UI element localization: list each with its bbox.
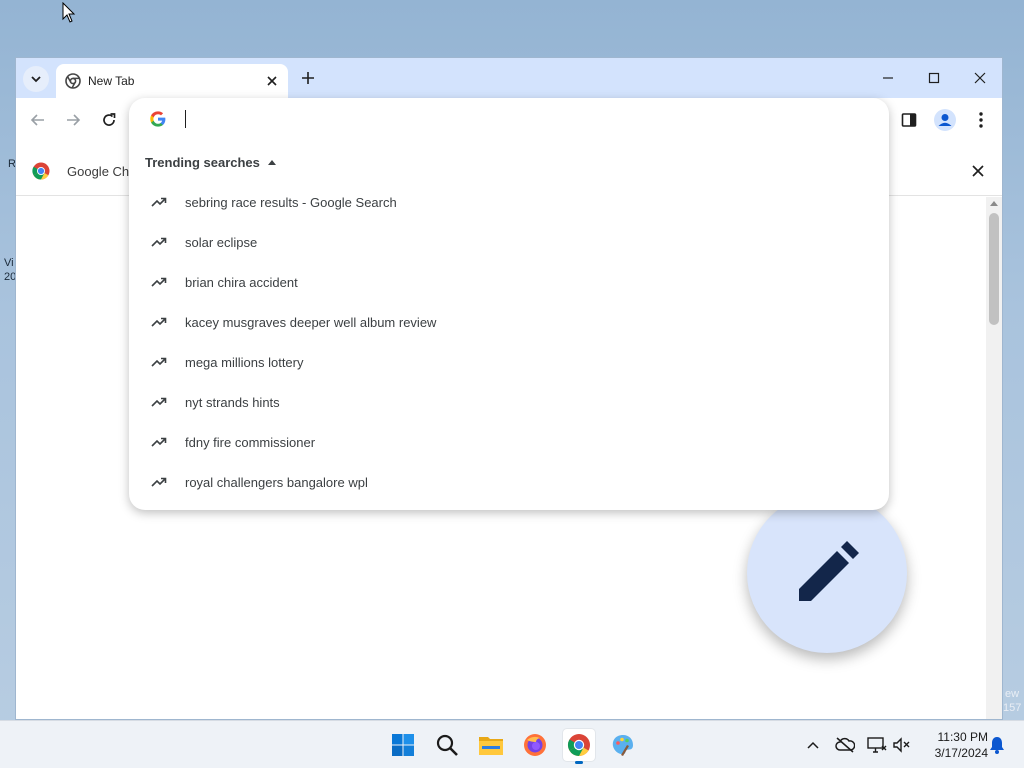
- omnibox-dropdown: Trending searches sebring race results -…: [129, 98, 889, 510]
- reload-button[interactable]: [97, 108, 121, 132]
- close-icon: [972, 165, 984, 177]
- arrow-right-icon: [67, 114, 81, 126]
- active-app-indicator: [575, 761, 583, 764]
- menu-button[interactable]: [969, 108, 993, 132]
- trending-up-icon: [151, 274, 167, 290]
- suggestion-item[interactable]: brian chira accident: [129, 262, 889, 302]
- avatar-icon: [934, 109, 956, 131]
- suggestion-item[interactable]: royal challengers bangalore wpl: [129, 462, 889, 502]
- tab-close-button[interactable]: [262, 71, 282, 91]
- trending-up-icon: [151, 354, 167, 370]
- volume-muted-icon[interactable]: [891, 734, 913, 756]
- desktop-label-fragment: ew: [1005, 688, 1020, 700]
- suggestion-label: mega millions lottery: [185, 354, 304, 370]
- clock-date: 3/17/2024: [934, 746, 988, 760]
- suggestion-item[interactable]: nyt strands hints: [129, 382, 889, 422]
- trending-searches-header[interactable]: Trending searches: [145, 155, 276, 170]
- arrow-left-icon: [30, 114, 44, 126]
- chevron-down-icon: [31, 76, 41, 83]
- edit-fab-button[interactable]: [747, 493, 907, 653]
- kebab-menu-icon: [979, 112, 983, 128]
- taskbar: 11:30 PM 3/17/2024: [0, 720, 1024, 768]
- paint-icon[interactable]: [607, 729, 639, 761]
- trending-up-icon: [151, 234, 167, 250]
- new-tab-button[interactable]: [296, 66, 320, 90]
- clock-time: 11:30 PM: [937, 730, 988, 744]
- tab-new-tab[interactable]: New Tab: [56, 64, 288, 98]
- chrome-favicon-icon: [65, 73, 81, 94]
- suggestion-label: kacey musgraves deeper well album review: [185, 314, 437, 330]
- vertical-scrollbar[interactable]: [986, 197, 1002, 719]
- trending-header-label: Trending searches: [145, 155, 260, 170]
- suggestion-item[interactable]: fdny fire commissioner: [129, 422, 889, 462]
- tab-title: New Tab: [88, 74, 135, 88]
- profile-button[interactable]: [933, 108, 957, 132]
- suggestion-list: sebring race results - Google Search sol…: [129, 182, 889, 502]
- close-icon: [267, 76, 277, 86]
- suggestion-item[interactable]: kacey musgraves deeper well album review: [129, 302, 889, 342]
- start-icon[interactable]: [387, 729, 419, 761]
- suggestion-item[interactable]: solar eclipse: [129, 222, 889, 262]
- maximize-button[interactable]: [914, 64, 954, 92]
- suggestion-label: solar eclipse: [185, 234, 258, 250]
- chrome-logo-icon: [32, 162, 50, 185]
- pencil-icon: [799, 541, 859, 601]
- show-hidden-icons-chevron-up-icon[interactable]: [802, 734, 824, 756]
- minimize-icon: [883, 77, 893, 79]
- forward-button[interactable]: [61, 108, 85, 132]
- maximize-icon: [928, 72, 940, 84]
- notification-bell-icon[interactable]: [986, 734, 1008, 756]
- infobar-text: Google Ch: [67, 164, 130, 179]
- firefox-icon[interactable]: [519, 729, 551, 761]
- side-panel-button[interactable]: [897, 108, 921, 132]
- desktop-label-fragment: Vi: [4, 257, 14, 269]
- suggestion-item[interactable]: mega millions lottery: [129, 342, 889, 382]
- suggestion-label: sebring race results - Google Search: [185, 194, 397, 210]
- plus-icon: [302, 72, 314, 84]
- suggestion-label: fdny fire commissioner: [185, 434, 316, 450]
- file-explorer-icon[interactable]: [475, 729, 507, 761]
- side-panel-icon: [901, 113, 917, 127]
- tab-strip: New Tab: [16, 58, 1002, 98]
- collapse-triangle-icon: [267, 160, 276, 165]
- trending-up-icon: [151, 474, 167, 490]
- onedrive-offline-icon[interactable]: [834, 734, 856, 756]
- trending-up-icon: [151, 394, 167, 410]
- infobar-close-button[interactable]: [968, 161, 988, 181]
- network-icon[interactable]: [866, 734, 888, 756]
- trending-up-icon: [151, 434, 167, 450]
- system-clock[interactable]: 11:30 PM 3/17/2024: [918, 729, 988, 761]
- close-icon: [974, 72, 986, 84]
- reload-icon: [103, 113, 116, 126]
- minimize-button[interactable]: [868, 64, 908, 92]
- trending-up-icon: [151, 194, 167, 210]
- scroll-thumb[interactable]: [989, 213, 999, 325]
- mouse-cursor-icon: [62, 1, 76, 29]
- back-button[interactable]: [26, 108, 50, 132]
- scroll-up-arrow-icon[interactable]: [990, 201, 998, 206]
- suggestion-label: royal challengers bangalore wpl: [185, 474, 368, 490]
- text-caret: [185, 110, 186, 128]
- omnibox-input[interactable]: [184, 108, 864, 130]
- desktop-label-fragment: 157: [1003, 702, 1022, 714]
- suggestion-item[interactable]: sebring race results - Google Search: [129, 182, 889, 222]
- search-icon[interactable]: [431, 729, 463, 761]
- tab-search-button[interactable]: [23, 66, 49, 92]
- suggestion-label: brian chira accident: [185, 274, 298, 290]
- trending-up-icon: [151, 314, 167, 330]
- close-window-button[interactable]: [960, 64, 1000, 92]
- suggestion-label: nyt strands hints: [185, 394, 280, 410]
- google-g-icon: [150, 111, 166, 132]
- chrome-icon[interactable]: [563, 729, 595, 764]
